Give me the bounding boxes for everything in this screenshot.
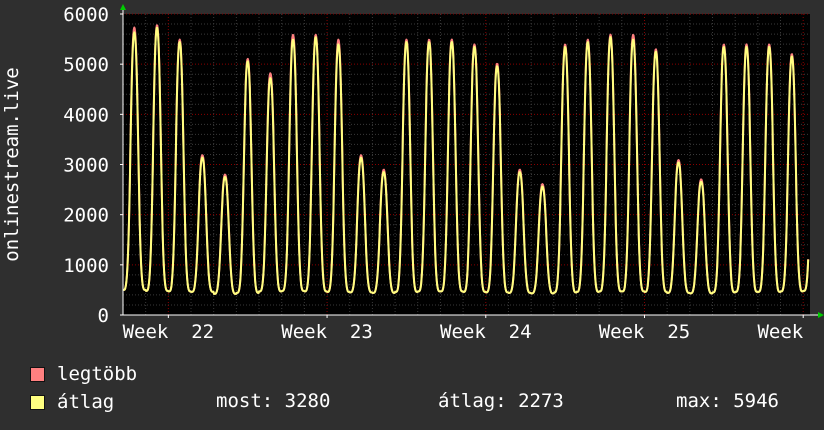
stat-avg: átlag: 2273 [438,390,564,412]
stat-now: most: 3280 [216,390,331,412]
y-tick-label: 0 [98,305,109,327]
x-tick-label: Week 25 [599,321,691,343]
y-tick-label: 5000 [63,54,109,76]
x-tick-label: Week 22 [123,321,215,343]
y-tick-label: 4000 [63,104,109,126]
traffic-chart: 0 1000 2000 3000 4000 5000 6000 Week 22 Week 23 W… [1,4,824,343]
y-axis-arrow [120,4,126,10]
legend-item-avg: átlag [30,390,114,414]
legend-label-max: legtöbb [57,363,138,385]
legend-label-avg: átlag [57,391,115,413]
x-tick-label: Week 23 [281,321,373,343]
y-axis-title: onlinestream.live [1,67,23,261]
legend-swatch-avg [30,394,45,410]
y-tick-label: 2000 [63,205,109,227]
legend-swatch-max [30,366,45,382]
legend-item-max: legtöbb [30,362,137,386]
y-tick-label: 3000 [63,155,109,177]
stat-max: max: 5946 [676,390,779,412]
y-tick-label: 6000 [63,4,109,26]
rrd-graph: 0 1000 2000 3000 4000 5000 6000 Week 22 Week 23 W… [0,0,824,430]
x-axis-arrow [818,312,824,318]
y-tick-label: 1000 [63,255,109,277]
x-tick-label: Week 24 [440,321,532,343]
x-tick-label: Week 26 [757,321,824,343]
